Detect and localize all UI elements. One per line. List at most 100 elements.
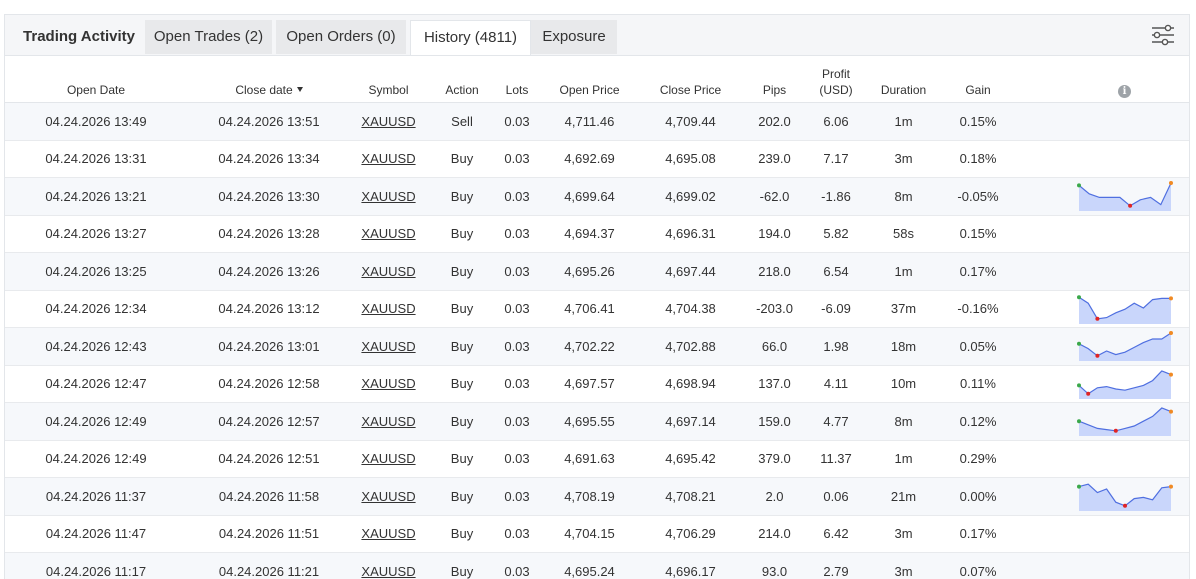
duration-cell: 10m <box>861 365 946 403</box>
gain-cell: -0.05% <box>946 178 1010 216</box>
table-row[interactable]: 04.24.2026 13:2104.24.2026 13:30XAUUSDBu… <box>5 178 1190 216</box>
sparkline-cell <box>1010 178 1190 216</box>
open-date-cell: 04.24.2026 12:34 <box>5 290 187 328</box>
col-duration[interactable]: Duration <box>861 56 946 103</box>
gain-cell: -0.16% <box>946 290 1010 328</box>
pips-cell: -203.0 <box>738 290 811 328</box>
col-open-price[interactable]: Open Price <box>536 56 643 103</box>
sparkline-cell <box>1010 440 1190 478</box>
close-price-cell: 4,695.42 <box>643 440 738 478</box>
col-pips[interactable]: Pips <box>738 56 811 103</box>
symbol-link[interactable]: XAUUSD <box>361 526 415 541</box>
symbol-link[interactable]: XAUUSD <box>361 226 415 241</box>
table-row[interactable]: 04.24.2026 13:2704.24.2026 13:28XAUUSDBu… <box>5 215 1190 253</box>
symbol-link[interactable]: XAUUSD <box>361 564 415 579</box>
sparkline-marker <box>1095 354 1099 358</box>
close-price-cell: 4,708.21 <box>643 478 738 516</box>
lots-cell: 0.03 <box>498 178 536 216</box>
price-sparkline <box>1077 481 1173 511</box>
close-date-cell: 04.24.2026 12:51 <box>187 440 351 478</box>
tab-open-trades[interactable]: Open Trades (2) <box>145 20 272 54</box>
duration-cell: 18m <box>861 328 946 366</box>
duration-cell: 1m <box>861 440 946 478</box>
col-close-date[interactable]: Close date <box>187 56 351 103</box>
sparkline-cell <box>1010 328 1190 366</box>
open-price-cell: 4,692.69 <box>536 140 643 178</box>
symbol-link[interactable]: XAUUSD <box>361 376 415 391</box>
gain-cell: 0.18% <box>946 140 1010 178</box>
col-action[interactable]: Action <box>426 56 498 103</box>
profit-cell: 4.77 <box>811 403 861 441</box>
col-open-date[interactable]: Open Date <box>5 56 187 103</box>
duration-cell: 8m <box>861 403 946 441</box>
gain-cell: 0.15% <box>946 215 1010 253</box>
open-price-cell: 4,699.64 <box>536 178 643 216</box>
table-row[interactable]: 04.24.2026 11:3704.24.2026 11:58XAUUSDBu… <box>5 478 1190 516</box>
close-price-cell: 4,706.29 <box>643 515 738 553</box>
symbol-link[interactable]: XAUUSD <box>361 151 415 166</box>
table-row[interactable]: 04.24.2026 13:2504.24.2026 13:26XAUUSDBu… <box>5 253 1190 291</box>
table-row[interactable]: 04.24.2026 12:4704.24.2026 12:58XAUUSDBu… <box>5 365 1190 403</box>
panel-title: Trading Activity <box>11 20 147 54</box>
sparkline-marker <box>1095 317 1099 321</box>
tab-history[interactable]: History (4811) <box>410 20 531 55</box>
col-symbol[interactable]: Symbol <box>351 56 426 103</box>
symbol-link[interactable]: XAUUSD <box>361 189 415 204</box>
lots-cell: 0.03 <box>498 515 536 553</box>
close-date-cell: 04.24.2026 11:21 <box>187 553 351 579</box>
tab-open-orders[interactable]: Open Orders (0) <box>276 20 406 54</box>
duration-cell: 8m <box>861 178 946 216</box>
lots-cell: 0.03 <box>498 140 536 178</box>
open-price-cell: 4,695.24 <box>536 553 643 579</box>
symbol-link[interactable]: XAUUSD <box>361 264 415 279</box>
lots-cell: 0.03 <box>498 553 536 579</box>
col-profit[interactable]: Profit(USD) <box>811 56 861 103</box>
symbol-link[interactable]: XAUUSD <box>361 339 415 354</box>
sparkline-cell <box>1010 403 1190 441</box>
sliders-icon[interactable] <box>1149 21 1177 49</box>
action-cell: Buy <box>426 365 498 403</box>
table-row[interactable]: 04.24.2026 12:3404.24.2026 13:12XAUUSDBu… <box>5 290 1190 328</box>
profit-cell: 4.11 <box>811 365 861 403</box>
duration-cell: 37m <box>861 290 946 328</box>
info-icon[interactable]: i <box>1118 85 1131 98</box>
open-price-cell: 4,704.15 <box>536 515 643 553</box>
table-row[interactable]: 04.24.2026 11:1704.24.2026 11:21XAUUSDBu… <box>5 553 1190 579</box>
sparkline-marker <box>1077 485 1081 489</box>
close-price-cell: 4,702.88 <box>643 328 738 366</box>
table-row[interactable]: 04.24.2026 13:4904.24.2026 13:51XAUUSDSe… <box>5 103 1190 141</box>
close-price-cell: 4,697.44 <box>643 253 738 291</box>
col-gain[interactable]: Gain <box>946 56 1010 103</box>
symbol-cell: XAUUSD <box>351 403 426 441</box>
symbol-cell: XAUUSD <box>351 103 426 141</box>
symbol-link[interactable]: XAUUSD <box>361 114 415 129</box>
gain-cell: 0.07% <box>946 553 1010 579</box>
sparkline-marker <box>1169 331 1173 335</box>
open-date-cell: 04.24.2026 11:47 <box>5 515 187 553</box>
pips-cell: 379.0 <box>738 440 811 478</box>
symbol-link[interactable]: XAUUSD <box>361 451 415 466</box>
open-date-cell: 04.24.2026 13:21 <box>5 178 187 216</box>
symbol-link[interactable]: XAUUSD <box>361 414 415 429</box>
profit-cell: 7.17 <box>811 140 861 178</box>
open-date-cell: 04.24.2026 13:49 <box>5 103 187 141</box>
col-close-price[interactable]: Close Price <box>643 56 738 103</box>
table-row[interactable]: 04.24.2026 12:4904.24.2026 12:51XAUUSDBu… <box>5 440 1190 478</box>
symbol-link[interactable]: XAUUSD <box>361 489 415 504</box>
table-row[interactable]: 04.24.2026 13:3104.24.2026 13:34XAUUSDBu… <box>5 140 1190 178</box>
close-date-cell: 04.24.2026 11:51 <box>187 515 351 553</box>
table-row[interactable]: 04.24.2026 12:4904.24.2026 12:57XAUUSDBu… <box>5 403 1190 441</box>
sparkline-marker <box>1123 504 1127 508</box>
table-row[interactable]: 04.24.2026 12:4304.24.2026 13:01XAUUSDBu… <box>5 328 1190 366</box>
col-lots[interactable]: Lots <box>498 56 536 103</box>
open-price-cell: 4,695.26 <box>536 253 643 291</box>
symbol-cell: XAUUSD <box>351 140 426 178</box>
table-row[interactable]: 04.24.2026 11:4704.24.2026 11:51XAUUSDBu… <box>5 515 1190 553</box>
tab-exposure[interactable]: Exposure <box>531 20 617 54</box>
lots-cell: 0.03 <box>498 478 536 516</box>
symbol-link[interactable]: XAUUSD <box>361 301 415 316</box>
profit-cell: 2.79 <box>811 553 861 579</box>
action-cell: Buy <box>426 403 498 441</box>
action-cell: Buy <box>426 215 498 253</box>
pips-cell: 137.0 <box>738 365 811 403</box>
